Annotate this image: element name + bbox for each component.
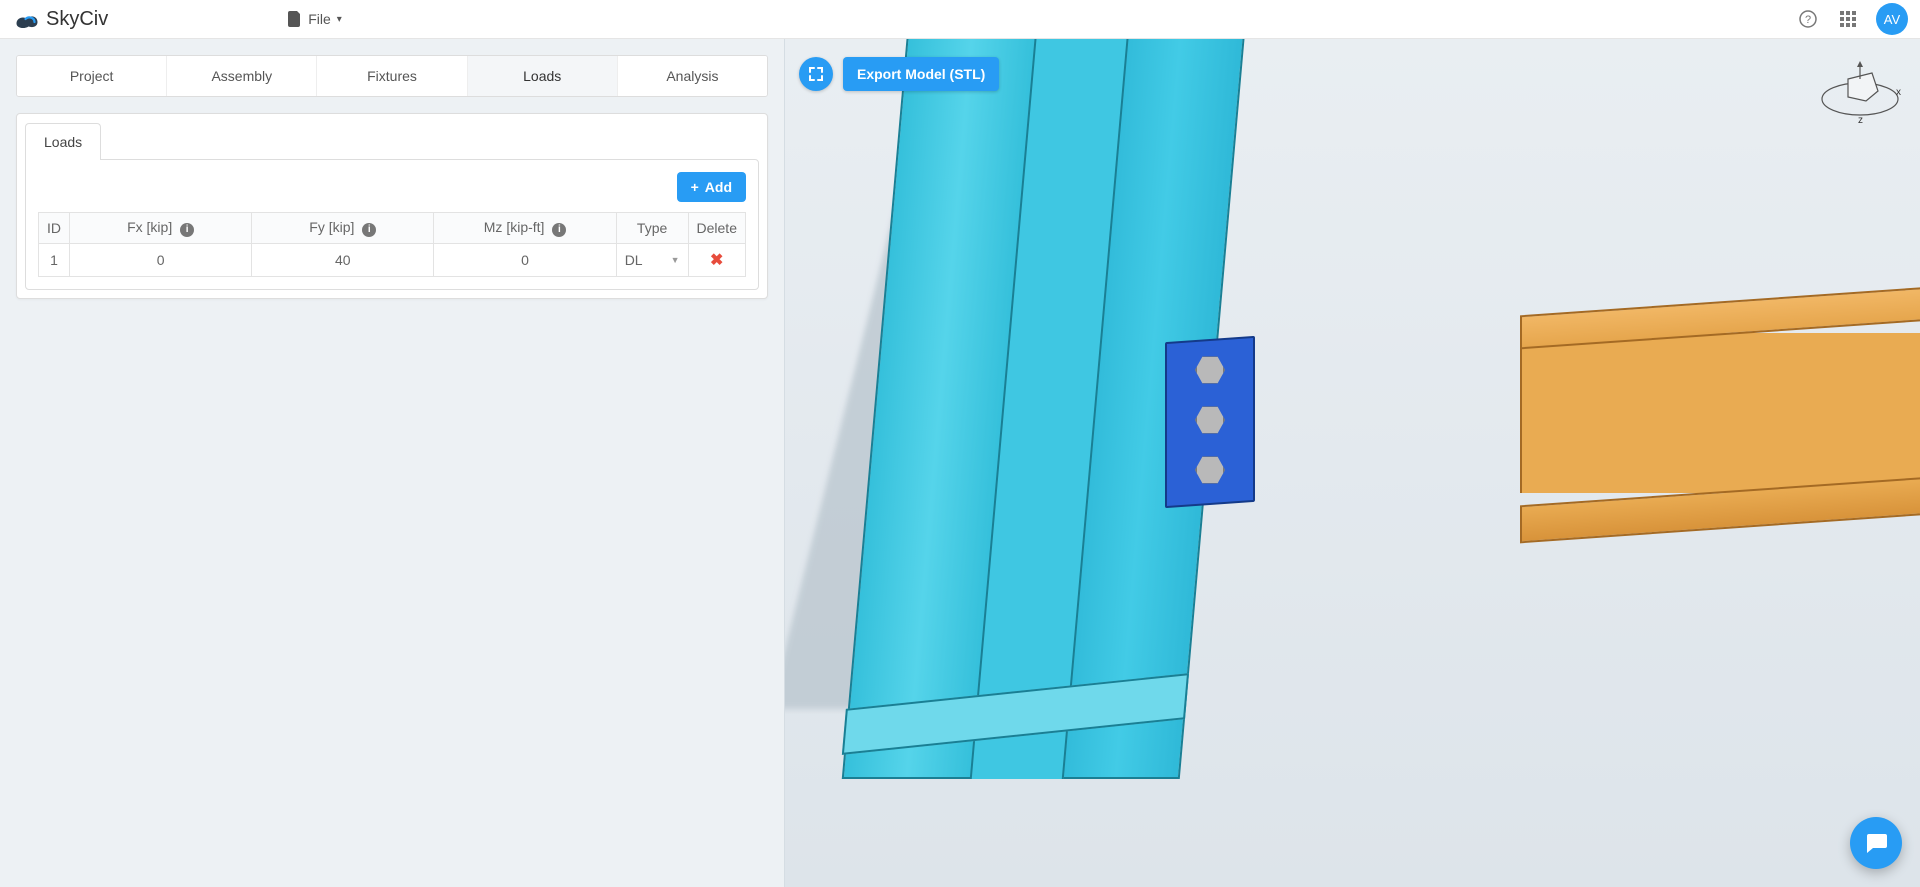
top-bar: SkyCiv File ▾ ? AV (0, 0, 1920, 39)
fy-input[interactable] (260, 252, 425, 268)
model-render (785, 39, 1920, 887)
col-type: Type (616, 213, 688, 244)
expand-icon (808, 66, 824, 82)
axis-x-label: x (1896, 87, 1901, 98)
col-fy: Fy [kip] i (252, 213, 434, 244)
tab-loads[interactable]: Loads (468, 56, 618, 96)
type-select[interactable]: DL ▼ (625, 252, 680, 268)
axis-orientation-widget[interactable]: x z (1818, 55, 1902, 127)
avatar-initials: AV (1884, 12, 1900, 27)
chevron-down-icon: ▾ (337, 14, 342, 25)
tab-project[interactable]: Project (17, 56, 167, 96)
delete-row-button[interactable]: ✖ (710, 252, 723, 269)
apps-button[interactable] (1832, 3, 1864, 35)
col-delete: Delete (688, 213, 745, 244)
tab-fixtures[interactable]: Fixtures (317, 56, 467, 96)
tab-assembly[interactable]: Assembly (167, 56, 317, 96)
loads-table: ID Fx [kip] i Fy [kip] i Mz [kip-ft] (38, 212, 746, 277)
user-avatar[interactable]: AV (1876, 3, 1908, 35)
info-icon[interactable]: i (552, 223, 566, 237)
col-fx: Fx [kip] i (70, 213, 252, 244)
info-icon[interactable]: i (362, 223, 376, 237)
file-menu[interactable]: File ▾ (288, 11, 342, 27)
help-icon: ? (1799, 10, 1817, 28)
apps-grid-icon (1840, 11, 1856, 27)
chat-support-button[interactable] (1850, 817, 1902, 869)
loads-card: Loads + Add ID Fx [kip] i (16, 113, 768, 299)
fx-input[interactable] (78, 252, 243, 268)
file-icon (288, 11, 302, 27)
svg-text:?: ? (1805, 14, 1811, 26)
help-button[interactable]: ? (1792, 3, 1824, 35)
type-value: DL (625, 252, 643, 268)
info-icon[interactable]: i (180, 223, 194, 237)
add-button-label: Add (705, 179, 732, 195)
axis-z-label: z (1858, 115, 1863, 126)
plus-icon: + (691, 179, 699, 195)
brand-name: SkyCiv (46, 8, 108, 31)
tab-analysis[interactable]: Analysis (618, 56, 767, 96)
cell-id: 1 (50, 252, 58, 268)
viewport-3d[interactable]: Export Model (STL) x z (785, 39, 1920, 887)
left-panel: Project Assembly Fixtures Loads Analysis… (0, 39, 785, 887)
chat-icon (1863, 830, 1889, 856)
brand-logo[interactable]: SkyCiv (12, 8, 108, 31)
chevron-down-icon: ▼ (671, 255, 680, 265)
table-row: 1 DL ▼ ✖ (39, 244, 746, 277)
subtab-loads[interactable]: Loads (25, 123, 101, 160)
logo-icon (12, 8, 42, 30)
expand-view-button[interactable] (799, 57, 833, 91)
col-mz: Mz [kip-ft] i (434, 213, 616, 244)
col-id: ID (39, 213, 70, 244)
mz-input[interactable] (442, 252, 607, 268)
main-tabbar: Project Assembly Fixtures Loads Analysis (16, 55, 768, 97)
add-load-button[interactable]: + Add (677, 172, 746, 202)
file-menu-label: File (308, 11, 331, 27)
export-model-button[interactable]: Export Model (STL) (843, 57, 999, 91)
